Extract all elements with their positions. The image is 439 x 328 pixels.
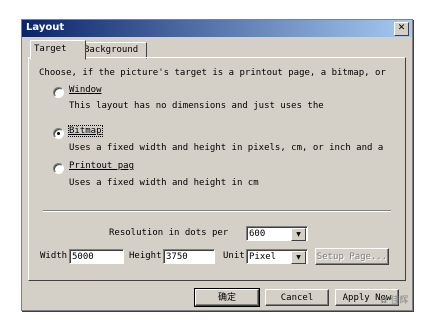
resolution-label: Resolution in dots per bbox=[109, 228, 229, 238]
title-bar[interactable]: Layout ✕ bbox=[22, 20, 412, 37]
radio-bitmap[interactable] bbox=[53, 128, 64, 139]
option-printout-label[interactable]: Printout pag bbox=[69, 161, 134, 171]
radio-selected-dot bbox=[57, 132, 60, 135]
option-window-description: This layout has no dimensions and just u… bbox=[69, 101, 324, 111]
option-window-label[interactable]: Window bbox=[69, 85, 102, 95]
close-icon[interactable]: ✕ bbox=[394, 22, 409, 36]
chevron-down-icon[interactable]: ▼ bbox=[291, 251, 306, 264]
instruction-text: Choose, if the picture's target is a pri… bbox=[39, 68, 386, 78]
option-bitmap-label[interactable]: Bitmap bbox=[68, 125, 103, 137]
layout-dialog: Layout ✕ Target Background Choose, if th… bbox=[21, 19, 413, 311]
option-bitmap-description: Uses a fixed width and height in pixels,… bbox=[69, 143, 384, 153]
cancel-button[interactable]: Cancel bbox=[265, 289, 329, 306]
width-field[interactable]: 5000 bbox=[69, 249, 124, 264]
height-field[interactable]: 3750 bbox=[163, 249, 215, 264]
separator bbox=[43, 210, 391, 212]
tab-background-label: Background bbox=[84, 45, 139, 55]
height-value: 3750 bbox=[166, 252, 188, 262]
unit-select[interactable]: Pixel ▼ bbox=[246, 249, 308, 264]
ok-button[interactable]: 确定 bbox=[194, 288, 260, 307]
unit-value: Pixel bbox=[249, 252, 277, 262]
setup-page-button[interactable]: Setup Page... bbox=[315, 248, 389, 265]
chevron-down-icon[interactable]: ▼ bbox=[291, 228, 306, 241]
target-panel: Choose, if the picture's target is a pri… bbox=[28, 57, 406, 281]
resolution-select[interactable]: 600 ▼ bbox=[246, 226, 308, 241]
height-label: Height bbox=[129, 251, 162, 261]
width-value: 5000 bbox=[72, 252, 94, 262]
unit-label: Unit bbox=[223, 251, 245, 261]
option-printout-description: Uses a fixed width and height in cm bbox=[69, 178, 259, 188]
radio-printout[interactable] bbox=[53, 163, 64, 174]
width-label: Width bbox=[40, 251, 68, 261]
radio-window[interactable] bbox=[53, 87, 64, 98]
window-title: Layout bbox=[26, 22, 65, 33]
resolution-value: 600 bbox=[249, 229, 266, 239]
tab-target-label: Target bbox=[34, 44, 67, 54]
tab-target[interactable]: Target bbox=[30, 40, 86, 60]
watermark: ✿ 佳辉 bbox=[380, 296, 409, 306]
